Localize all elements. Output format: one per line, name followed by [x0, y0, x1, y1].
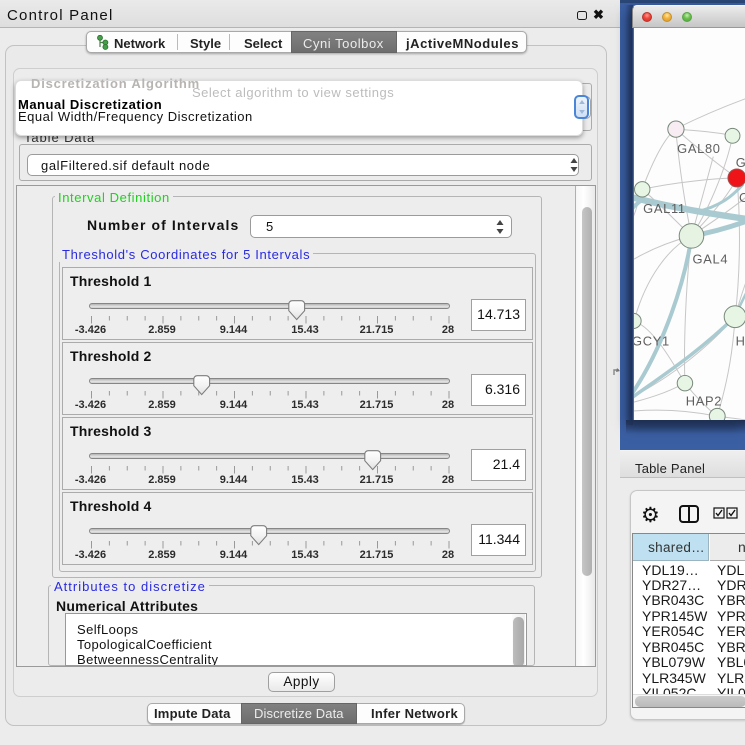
svg-text:C: C — [739, 190, 745, 205]
svg-text:GCY1: GCY1 — [633, 334, 670, 349]
svg-text:GA: GA — [736, 155, 745, 170]
svg-text:GAL4: GAL4 — [693, 252, 729, 267]
svg-text:H: H — [736, 334, 745, 349]
svg-text:HAP2: HAP2 — [686, 394, 722, 409]
svg-text:GAL80: GAL80 — [677, 141, 721, 156]
svg-text:GAL11: GAL11 — [643, 201, 686, 216]
